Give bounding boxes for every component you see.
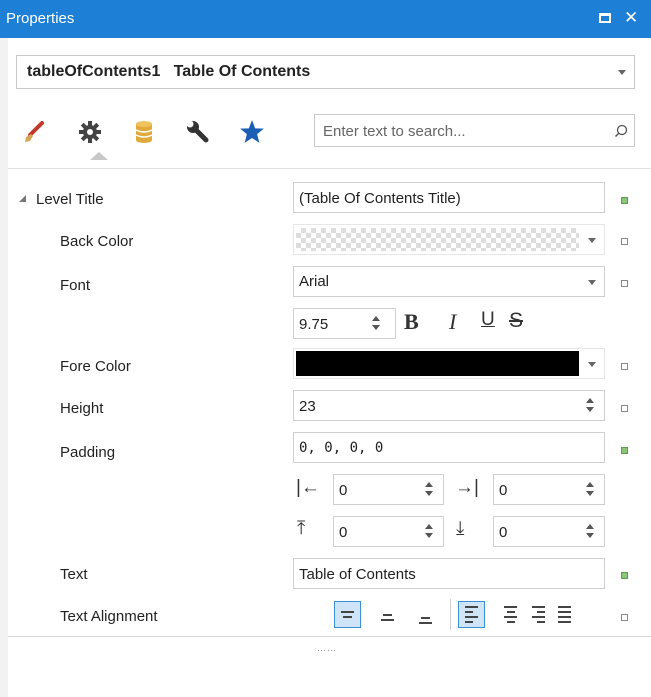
search-icon[interactable]: [614, 124, 628, 138]
level-title-value: (Table Of Contents Title): [299, 190, 461, 207]
fore-color-label: Fore Color: [60, 358, 131, 375]
padding-right-spinner[interactable]: 0: [493, 474, 605, 505]
height-label: Height: [60, 400, 104, 417]
object-selector-value: tableOfContents1 Table Of Contents: [27, 63, 311, 80]
align-right-button[interactable]: [524, 601, 551, 628]
tab-behavior[interactable]: [72, 112, 108, 152]
level-title-label: Level Title: [36, 191, 104, 208]
tab-design[interactable]: [180, 112, 216, 152]
text-alignment-label: Text Alignment: [60, 608, 158, 625]
back-color-label: Back Color: [60, 233, 134, 250]
chevron-down-icon[interactable]: [588, 280, 596, 285]
align-middle-button[interactable]: [374, 601, 401, 628]
height-spinner[interactable]: 23: [293, 390, 605, 421]
collapse-icon[interactable]: [19, 195, 26, 202]
font-value: Arial: [299, 273, 330, 290]
underline-button[interactable]: U: [481, 309, 495, 331]
modified-marker: [621, 572, 628, 579]
padding-top-value: 0: [339, 524, 348, 541]
align-bottom-button[interactable]: [412, 601, 439, 628]
padding-label: Padding: [60, 444, 116, 461]
tab-data[interactable]: [126, 112, 162, 152]
font-label: Font: [60, 277, 91, 294]
align-top-button[interactable]: [334, 601, 361, 628]
object-selector[interactable]: tableOfContents1 Table Of Contents: [16, 55, 635, 89]
default-marker: [621, 280, 628, 287]
font-field[interactable]: Arial: [293, 266, 605, 297]
default-marker: [621, 614, 628, 621]
level-title-field[interactable]: (Table Of Contents Title): [293, 182, 605, 213]
gear-icon: [79, 121, 101, 143]
star-icon: [240, 120, 264, 143]
text-value: Table of Contents: [299, 566, 416, 583]
text-label: Text: [60, 566, 88, 583]
padding-bottom-icon: ⤓: [456, 518, 465, 539]
wrench-icon: [186, 120, 209, 143]
chevron-down-icon: [618, 70, 626, 75]
padding-left-value: 0: [339, 482, 348, 499]
property-search[interactable]: [314, 114, 635, 147]
modified-marker: [621, 197, 628, 204]
padding-bottom-spinner[interactable]: 0: [493, 516, 605, 547]
transparent-swatch: [296, 228, 579, 251]
padding-value: 0, 0, 0, 0: [299, 440, 384, 456]
italic-button[interactable]: I: [449, 309, 456, 335]
padding-top-icon: ⤒: [297, 518, 306, 539]
resize-grip-icon[interactable]: ⋯⋯: [317, 645, 337, 656]
padding-left-spinner[interactable]: 0: [333, 474, 444, 505]
bold-button[interactable]: B: [404, 309, 419, 335]
align-left-button[interactable]: [458, 601, 485, 628]
tab-appearance[interactable]: [16, 112, 52, 152]
padding-bottom-value: 0: [499, 524, 508, 541]
toolbar-divider: [8, 168, 651, 169]
maximize-icon[interactable]: [599, 13, 611, 23]
database-icon: [135, 121, 153, 143]
modified-marker: [621, 447, 628, 454]
padding-top-spinner[interactable]: 0: [333, 516, 444, 547]
window-titlebar: Properties ✕: [0, 0, 651, 38]
font-size-value: 9.75: [299, 316, 329, 333]
alignment-divider: [450, 599, 451, 630]
height-value: 23: [299, 398, 316, 415]
padding-left-icon: |←: [296, 477, 320, 498]
tab-favorites[interactable]: [234, 112, 270, 152]
padding-field[interactable]: 0, 0, 0, 0: [293, 432, 605, 463]
color-swatch: [296, 351, 579, 376]
default-marker: [621, 363, 628, 370]
align-center-button[interactable]: [497, 601, 524, 628]
padding-right-value: 0: [499, 482, 508, 499]
back-color-field[interactable]: [293, 224, 605, 255]
chevron-down-icon[interactable]: [588, 362, 596, 367]
brush-icon: [25, 121, 44, 142]
strikeout-button[interactable]: S: [509, 309, 523, 333]
text-field[interactable]: Table of Contents: [293, 558, 605, 589]
description-divider: [8, 636, 651, 637]
align-justify-button[interactable]: [551, 601, 578, 628]
font-size-spinner[interactable]: 9.75: [293, 308, 396, 339]
active-tab-indicator: [90, 152, 108, 160]
chevron-down-icon[interactable]: [588, 238, 596, 243]
search-input[interactable]: [321, 120, 605, 142]
padding-right-icon: →|: [455, 477, 479, 498]
default-marker: [621, 238, 628, 245]
window-title: Properties: [6, 10, 75, 27]
close-icon[interactable]: ✕: [624, 8, 638, 28]
default-marker: [621, 405, 628, 412]
fore-color-field[interactable]: [293, 348, 605, 379]
